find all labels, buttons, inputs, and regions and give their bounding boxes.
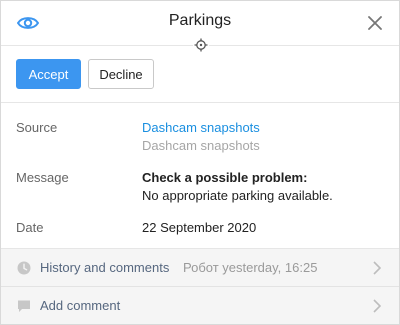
accept-button[interactable]: Accept [16,59,81,89]
parking-card: Parkings Accept Decline Source Dashcam s… [0,0,400,325]
date-value: 22 September 2020 [142,220,257,235]
history-row[interactable]: History and comments Робот yesterday, 16… [1,249,399,287]
message-body: No appropriate parking available. [142,188,333,203]
close-icon[interactable] [363,11,387,35]
decline-button[interactable]: Decline [88,59,154,89]
date-label: Date [16,220,44,235]
page-title: Parkings [168,12,232,29]
comment-icon [16,298,32,314]
card-header: Parkings [1,1,399,53]
details-section: Source Dashcam snapshots Dashcam snapsho… [1,103,399,249]
history-label: History and comments [40,260,170,275]
add-comment-label: Add comment [40,298,121,313]
action-bar: Accept Decline [1,46,399,103]
add-comment-row[interactable]: Add comment [1,287,399,324]
source-subtext: Dashcam snapshots [142,138,260,153]
history-meta: Робот yesterday, 16:25 [183,260,318,275]
chevron-right-icon [371,260,383,276]
source-label: Source [16,120,58,135]
source-link[interactable]: Dashcam snapshots [142,120,260,135]
message-title: Check a possible problem: [142,170,308,185]
chevron-right-icon [371,298,383,314]
clock-icon [16,260,32,276]
message-label: Message [16,170,69,185]
